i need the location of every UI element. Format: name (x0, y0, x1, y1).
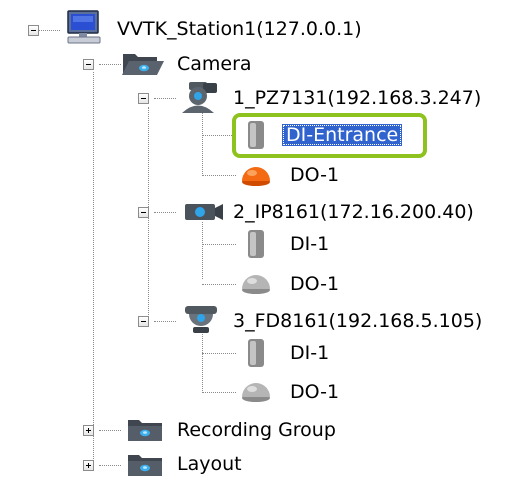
expand-toggle-recording-group[interactable] (83, 425, 94, 436)
tree-line (202, 353, 236, 354)
tree-line (202, 135, 236, 136)
di-entrance-label[interactable]: DI-Entrance (282, 124, 403, 146)
tree-line (202, 284, 236, 285)
tree-line (99, 64, 121, 65)
digital-output-icon (242, 383, 270, 402)
device-tree: VVTK_Station1(127.0.0.1) Camera 1_PZ7131… (0, 0, 512, 476)
do-1-label[interactable]: DO-1 (290, 272, 339, 296)
collapse-toggle-camera-1[interactable] (138, 93, 149, 104)
monitor-icon (67, 10, 101, 44)
di-entrance-item[interactable]: DI-Entrance (282, 123, 403, 147)
tree-line (202, 244, 236, 245)
collapse-toggle-station[interactable] (28, 25, 39, 36)
tree-line (154, 98, 176, 99)
tree-line (202, 222, 203, 279)
tree-line (99, 465, 121, 466)
di-1-label[interactable]: DI-1 (290, 232, 329, 256)
station-label[interactable]: VVTK_Station1(127.0.0.1) (117, 17, 362, 41)
tree-line (154, 212, 176, 213)
camera-folder-label[interactable]: Camera (177, 52, 252, 76)
tree-line (202, 330, 203, 393)
tree-line (202, 113, 203, 176)
tree-line (202, 175, 236, 176)
expand-toggle-layout[interactable] (83, 460, 94, 471)
digital-output-active-icon (242, 167, 270, 186)
dome-camera-icon (185, 306, 217, 333)
camera-2-label[interactable]: 2_IP8161(172.16.200.40) (233, 200, 474, 224)
do-1-label[interactable]: DO-1 (290, 380, 339, 404)
di-1-label[interactable]: DI-1 (290, 341, 329, 365)
digital-output-icon (242, 275, 270, 294)
collapse-toggle-camera-2[interactable] (138, 207, 149, 218)
ptz-camera-icon (182, 82, 217, 113)
folder-icon (128, 455, 162, 476)
folder-icon (128, 420, 162, 441)
layout-label[interactable]: Layout (177, 452, 242, 476)
camera-3-label[interactable]: 3_FD8161(192.168.5.105) (233, 309, 482, 333)
do-1-label[interactable]: DO-1 (290, 163, 339, 187)
tree-line (154, 321, 176, 322)
digital-input-icon (248, 121, 264, 149)
digital-input-icon (248, 230, 264, 258)
tree-line (202, 392, 236, 393)
open-folder-icon (122, 54, 164, 75)
tree-line (99, 430, 121, 431)
tree-line (93, 72, 94, 465)
tree-line (38, 30, 60, 31)
collapse-toggle-camera[interactable] (83, 59, 94, 70)
camera-1-label[interactable]: 1_PZ7131(192.168.3.247) (233, 86, 481, 110)
digital-input-icon (248, 339, 264, 367)
collapse-toggle-camera-3[interactable] (138, 316, 149, 327)
box-camera-icon (185, 204, 223, 220)
recording-group-label[interactable]: Recording Group (177, 418, 336, 442)
